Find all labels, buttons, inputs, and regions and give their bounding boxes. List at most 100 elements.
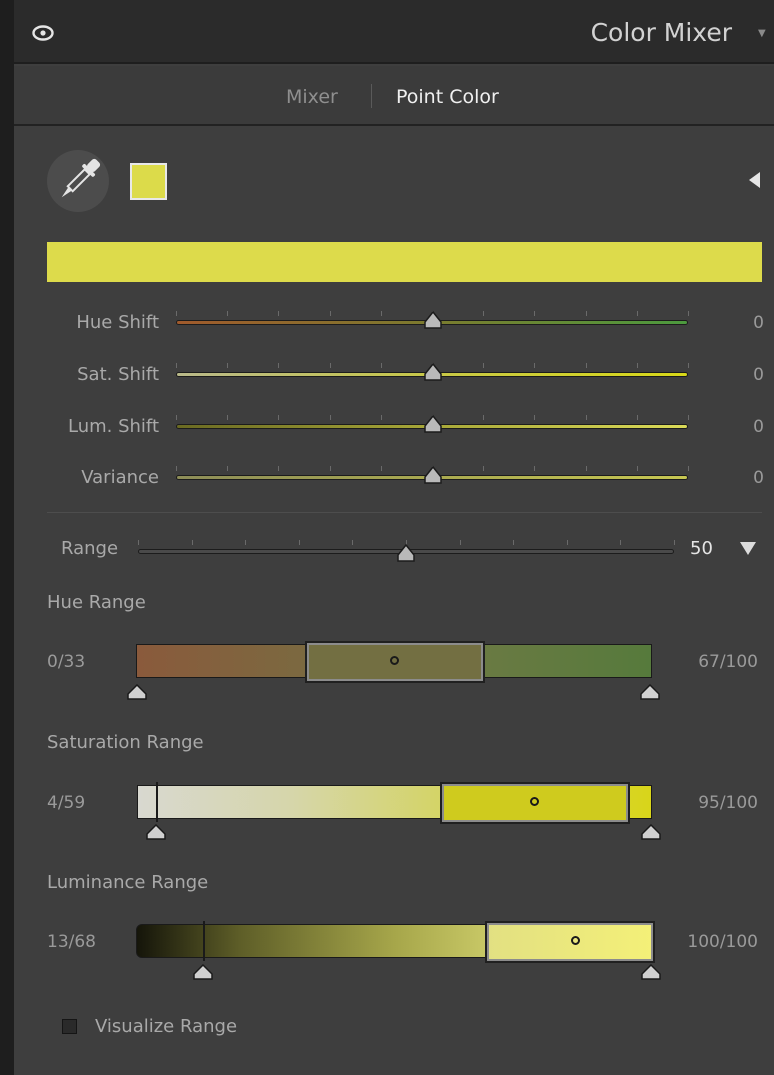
range-label: Range	[61, 538, 119, 559]
section-divider	[47, 512, 762, 513]
slider-thumb[interactable]	[423, 310, 443, 330]
hue-range-title: Hue Range	[47, 592, 146, 613]
slider-tick	[278, 311, 280, 316]
slider-label: Lum. Shift	[67, 416, 159, 437]
eyedropper-icon	[61, 158, 101, 198]
luminance-range-min: 13/68	[47, 932, 96, 952]
slider-thumb[interactable]	[423, 414, 443, 434]
range-slider-thumb[interactable]	[396, 543, 416, 563]
luminance-range-left-handle[interactable]	[193, 964, 213, 980]
triangle-down-icon[interactable]	[740, 542, 756, 555]
hue-range-min: 0/33	[47, 652, 86, 672]
range-value[interactable]: 50	[690, 538, 713, 559]
slider-tick	[191, 540, 193, 545]
slider-tick	[329, 466, 331, 471]
slider-tick	[688, 311, 689, 316]
slider-tick	[227, 466, 229, 471]
slider-value[interactable]: 0	[753, 468, 764, 488]
slider-tick	[176, 363, 177, 368]
saturation-range-left-handle[interactable]	[146, 824, 166, 840]
slider-tick	[483, 363, 485, 368]
panel-header[interactable]: Color Mixer ▼	[14, 0, 774, 64]
variance-slider[interactable]: Variance 0	[14, 462, 774, 492]
visualize-range-checkbox[interactable]	[62, 1019, 77, 1034]
slider-tick	[329, 415, 331, 420]
slider-label: Sat. Shift	[77, 364, 159, 385]
slider-tick	[688, 363, 689, 368]
eye-icon[interactable]	[32, 22, 54, 44]
sat-shift-slider[interactable]: Sat. Shift 0	[14, 359, 774, 389]
hue-range-window[interactable]	[305, 641, 485, 683]
selected-color-bar	[47, 242, 762, 282]
luminance-range-title: Luminance Range	[47, 872, 209, 893]
saturation-range-max: 95/100	[698, 793, 758, 813]
hue-range-center-dot[interactable]	[390, 656, 399, 665]
slider-tick	[585, 311, 587, 316]
luminance-range-center-dot[interactable]	[571, 936, 580, 945]
saturation-range-right-handle[interactable]	[641, 824, 661, 840]
luminance-range-max: 100/100	[687, 932, 758, 952]
slider-tick	[278, 363, 280, 368]
saturation-range-title: Saturation Range	[47, 732, 204, 753]
slider-tick	[138, 540, 139, 545]
tab-point-color[interactable]: Point Color	[396, 86, 499, 108]
slider-tick	[278, 415, 280, 420]
slider-tick	[227, 311, 229, 316]
slider-tick	[513, 540, 515, 545]
saturation-range-gradient[interactable]	[137, 782, 652, 824]
slider-thumb[interactable]	[423, 465, 443, 485]
slider-tick	[636, 415, 638, 420]
slider-tick	[636, 466, 638, 471]
panel-collapse-triangle-icon[interactable]: ▼	[758, 28, 768, 39]
visualize-range-label[interactable]: Visualize Range	[95, 1016, 237, 1037]
color-mixer-panel: Color Mixer ▼ Mixer Point Color Hue Shif…	[0, 0, 774, 1075]
lum-shift-slider[interactable]: Lum. Shift 0	[14, 411, 774, 441]
slider-tick	[245, 540, 247, 545]
slider-tick	[483, 415, 485, 420]
slider-label: Variance	[81, 467, 159, 488]
tab-divider	[371, 84, 372, 108]
slider-tick	[688, 415, 689, 420]
panel-left-edge	[0, 0, 14, 1075]
slider-tick	[380, 363, 382, 368]
slider-tick	[380, 311, 382, 316]
panel-title: Color Mixer	[590, 18, 732, 47]
slider-label: Hue Shift	[76, 312, 159, 333]
saturation-range-min: 4/59	[47, 793, 86, 813]
slider-tick	[227, 363, 229, 368]
saturation-range-window[interactable]	[440, 782, 630, 824]
hue-shift-slider[interactable]: Hue Shift 0	[14, 307, 774, 337]
selected-color-swatch[interactable]	[130, 163, 167, 200]
slider-tick	[566, 540, 568, 545]
slider-tick	[585, 363, 587, 368]
slider-tick	[380, 466, 382, 471]
hue-range-left-handle[interactable]	[127, 684, 147, 700]
slider-tick	[483, 466, 485, 471]
slider-tick	[459, 540, 461, 545]
slider-tick	[534, 363, 536, 368]
hue-range-right-handle[interactable]	[640, 684, 660, 700]
saturation-range-center-dot[interactable]	[530, 797, 539, 806]
luminance-range-gradient[interactable]	[136, 921, 655, 963]
slider-value[interactable]: 0	[753, 313, 764, 333]
tab-mixer[interactable]: Mixer	[286, 86, 338, 108]
slider-tick	[176, 311, 177, 316]
luminance-range-window[interactable]	[485, 921, 655, 963]
slider-thumb[interactable]	[423, 362, 443, 382]
slider-tick	[227, 415, 229, 420]
mode-tabs: Mixer Point Color	[14, 66, 774, 126]
slider-tick	[674, 540, 675, 545]
slider-tick	[176, 415, 177, 420]
slider-tick	[298, 540, 300, 545]
slider-value[interactable]: 0	[753, 417, 764, 437]
slider-tick	[585, 466, 587, 471]
slider-value[interactable]: 0	[753, 365, 764, 385]
eyedropper-button[interactable]	[47, 150, 109, 212]
slider-tick	[329, 363, 331, 368]
hue-range-gradient[interactable]	[136, 641, 652, 683]
luminance-range-right-handle[interactable]	[641, 964, 661, 980]
slider-tick	[534, 311, 536, 316]
saturation-range-min-line	[156, 782, 158, 822]
slider-tick	[534, 466, 536, 471]
triangle-left-icon[interactable]	[749, 172, 760, 188]
